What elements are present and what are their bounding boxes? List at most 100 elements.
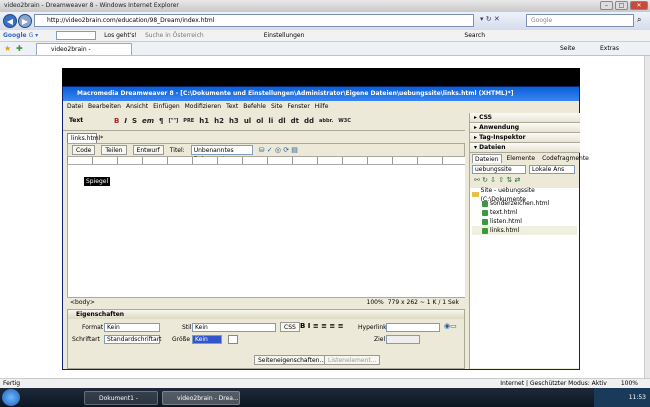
insert-abbr-button[interactable]: abbr. <box>319 118 333 124</box>
file-item[interactable]: listen.html <box>472 217 577 226</box>
style-select[interactable]: Kein <box>192 323 276 332</box>
insert-ul-button[interactable]: ul <box>244 117 251 125</box>
html-file-icon <box>482 227 488 234</box>
menu-item[interactable]: Befehle <box>243 103 266 110</box>
insert-dl-button[interactable]: dl <box>278 117 285 125</box>
files-selects: uebungssite Lokale Ans <box>470 163 579 176</box>
target-select[interactable] <box>386 335 420 344</box>
insert-bold-button[interactable]: B <box>114 117 119 125</box>
insert-dt-button[interactable]: dt <box>291 117 299 125</box>
taskbar-item-ie[interactable]: video2brain - Drea... <box>162 391 240 405</box>
insert-blockquote-button[interactable]: [""] <box>169 118 179 124</box>
search-box[interactable]: Google <box>526 14 634 27</box>
text-format-buttons[interactable]: B I ≡ ≡ ≡ ≡ <box>300 322 344 330</box>
browser-tab[interactable]: video2brain - Dreamweaver 8 <box>36 43 132 64</box>
zoom-level[interactable]: 100% <box>367 299 384 306</box>
menu-item[interactable]: Text <box>226 103 238 110</box>
insert-category[interactable]: Text <box>69 117 109 124</box>
menu-item[interactable]: Hilfe <box>315 103 329 110</box>
close-button[interactable]: ✕ <box>630 1 648 10</box>
font-select[interactable]: Standardschriftart <box>104 335 162 344</box>
back-button[interactable]: ◀ <box>3 14 17 28</box>
selected-text[interactable]: Spiegel <box>84 177 111 186</box>
list-item-button[interactable]: Listenelement... <box>324 355 381 365</box>
menu-item[interactable]: Bearbeiten <box>88 103 121 110</box>
maximize-button[interactable]: □ <box>615 1 628 10</box>
page-properties-button[interactable]: Seiteneigenschaften... <box>254 355 330 365</box>
page-scrollbar[interactable] <box>644 56 650 378</box>
zoom-control[interactable]: 100% <box>621 380 638 387</box>
menu-item[interactable]: Ansicht <box>126 103 148 110</box>
tab-snippets[interactable]: Codefragmente <box>540 154 591 163</box>
css-panel-header[interactable]: ▸ CSS <box>470 113 580 123</box>
insert-ol-button[interactable]: ol <box>256 117 263 125</box>
google-dropdown-icon[interactable]: G ▾ <box>29 32 39 39</box>
size-select[interactable]: Kein <box>192 335 222 344</box>
tab-files[interactable]: Dateien <box>472 153 502 163</box>
add-favorite-icon[interactable]: ✚ <box>16 44 23 53</box>
tag-selector[interactable]: <body> <box>70 299 95 306</box>
code-view-button[interactable]: Code <box>72 145 96 155</box>
extras-menu[interactable]: Extras <box>600 45 619 52</box>
application-panel-header[interactable]: ▸ Anwendung <box>470 123 580 133</box>
favorites-star-icon[interactable]: ★ <box>4 44 11 53</box>
file-item[interactable]: links.html <box>472 226 577 235</box>
window-size: 779 x 262 ~ 1 K / 1 Sek <box>387 299 459 306</box>
view-select[interactable]: Lokale Ans <box>529 165 575 174</box>
ie-window-title: video2brain - Dreamweaver 8 - Windows In… <box>4 2 179 9</box>
search-icon[interactable]: ⌕ <box>637 15 641 25</box>
insert-paragraph-button[interactable]: ¶ <box>159 117 163 125</box>
document-tab[interactable]: links.html* <box>67 133 103 143</box>
clock[interactable]: 11:53 <box>629 394 646 401</box>
css-button[interactable]: CSS <box>280 322 300 332</box>
browse-folder-icon[interactable]: ◉▭ <box>444 322 457 330</box>
insert-pre-button[interactable]: PRE <box>183 118 194 124</box>
taskbar-item-word[interactable]: Dokument1 - Micro... <box>84 391 158 405</box>
hyperlink-input[interactable] <box>386 323 440 332</box>
insert-li-button[interactable]: li <box>268 117 273 125</box>
tab-assets[interactable]: Elemente <box>505 154 538 163</box>
insert-strong-button[interactable]: S <box>132 117 137 125</box>
file-item[interactable]: text.html <box>472 208 577 217</box>
insert-h2-button[interactable]: h2 <box>214 117 224 125</box>
tab-bar: ★ ✚ video2brain - Dreamweaver 8 Seite Ex… <box>0 42 650 64</box>
google-search-input[interactable] <box>56 31 97 40</box>
insert-acronym-button[interactable]: W3C <box>338 118 351 124</box>
color-picker[interactable] <box>228 335 238 344</box>
tag-inspector-panel-header[interactable]: ▸ Tag-Inspektor <box>470 133 580 143</box>
forward-button[interactable]: ▶ <box>18 14 32 28</box>
insert-italic-button[interactable]: I <box>124 117 127 125</box>
title-input[interactable]: Unbenanntes Dokument <box>190 145 253 163</box>
split-view-button[interactable]: Teilen <box>101 145 127 155</box>
insert-h1-button[interactable]: h1 <box>199 117 209 125</box>
insert-em-button[interactable]: em <box>142 117 154 125</box>
minimize-button[interactable]: – <box>600 1 613 10</box>
site-root[interactable]: Site - uebungssite (C:\Dokumente <box>472 187 577 203</box>
site-select[interactable]: uebungssite <box>472 165 526 174</box>
insert-h3-button[interactable]: h3 <box>229 117 239 125</box>
system-tray: 11:53 <box>594 388 650 407</box>
security-zone: Internet | Geschützter Modus: Aktiv <box>500 380 607 387</box>
search-link[interactable]: Search <box>464 32 485 39</box>
design-view-button[interactable]: Entwurf <box>132 145 164 155</box>
address-input[interactable]: http://video2brain.com/education/98_Drea… <box>34 14 474 27</box>
font-label: Schriftart <box>72 336 100 343</box>
refresh-stop-icons[interactable]: ▾ ↻ ✕ <box>480 15 500 23</box>
start-button[interactable] <box>2 389 20 406</box>
search-austria-button[interactable]: Suche in Österreich <box>145 32 204 39</box>
menu-item[interactable]: Datei <box>67 103 83 110</box>
address-row: ◀ ▶ http://video2brain.com/education/98_… <box>0 12 650 30</box>
format-select[interactable]: Kein <box>104 323 160 332</box>
insert-dd-button[interactable]: dd <box>304 117 314 125</box>
settings-button[interactable]: Einstellungen <box>264 32 305 39</box>
menu-item[interactable]: Modifizieren <box>185 103 221 110</box>
menu-item[interactable]: Site <box>271 103 283 110</box>
los-gehts-button[interactable]: Los geht's! <box>104 32 137 39</box>
menu-item[interactable]: Einfügen <box>153 103 179 110</box>
page-menu[interactable]: Seite <box>560 45 575 52</box>
files-panel-header[interactable]: ▾ Dateien <box>470 143 580 153</box>
doc-tools-icons[interactable]: ⛁ ✓ ◎ ⟳ ▤ <box>259 146 298 154</box>
menu-item[interactable]: Fenster <box>288 103 310 110</box>
properties-header[interactable]: Eigenschaften <box>68 310 464 319</box>
design-area[interactable]: Spiegel <box>67 165 465 297</box>
